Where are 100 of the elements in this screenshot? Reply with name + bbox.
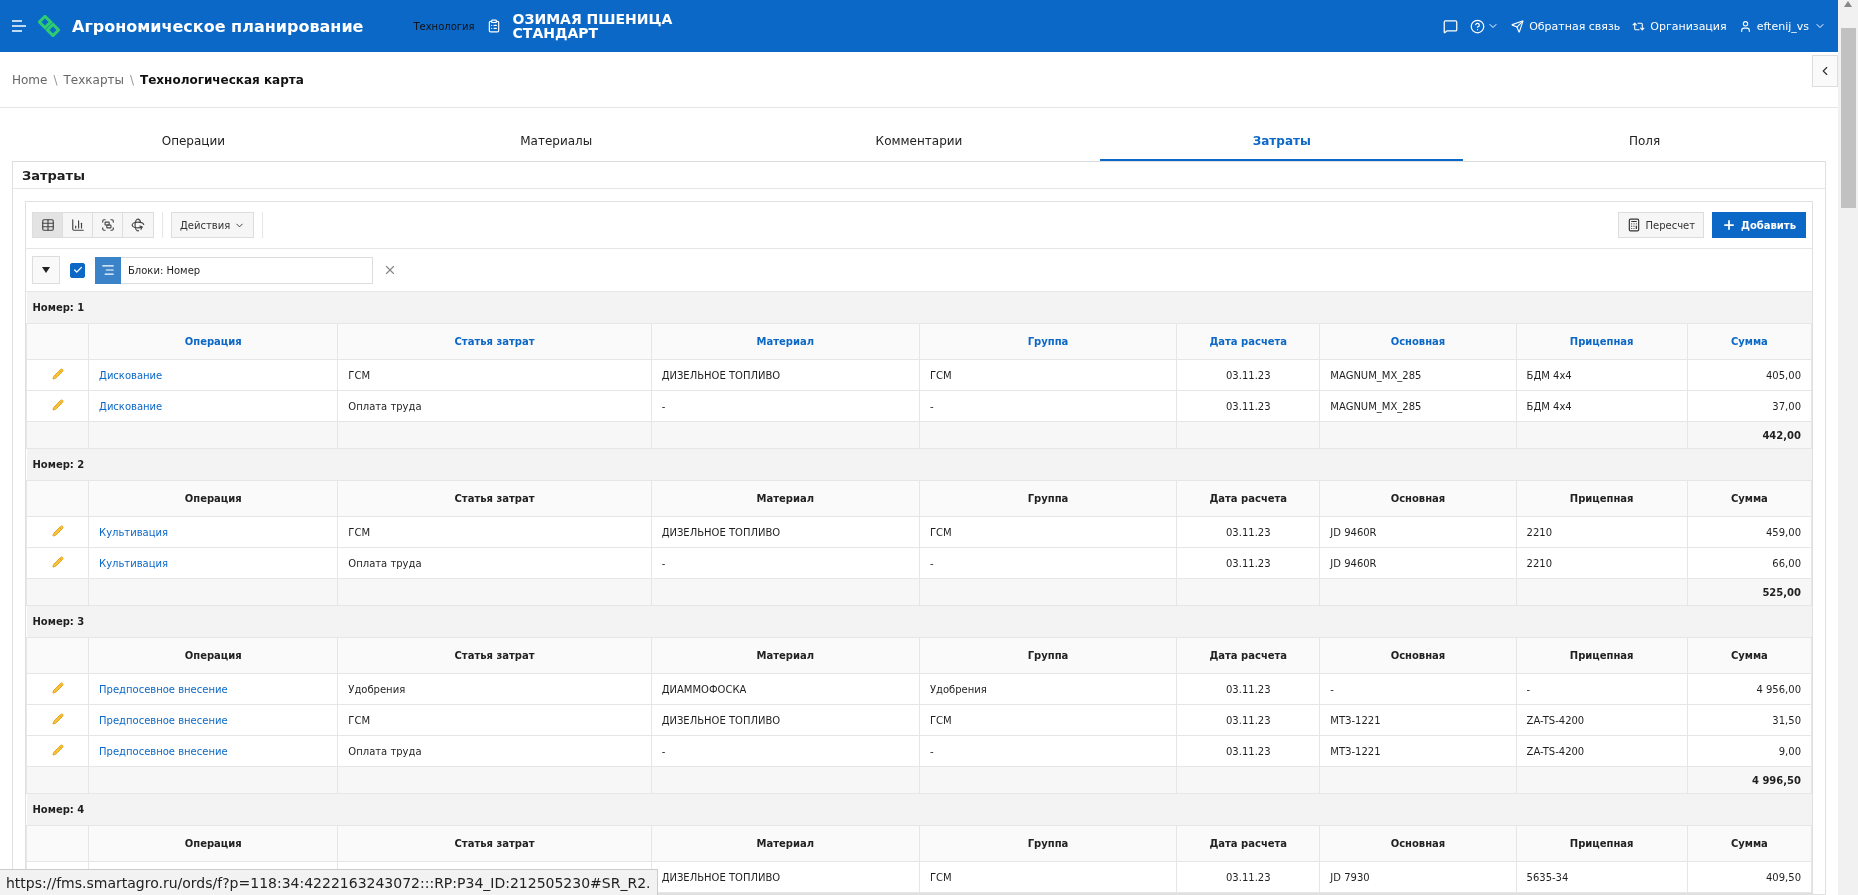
column-header: Дата расчета [1176, 825, 1320, 862]
column-header[interactable]: Материал [651, 323, 920, 360]
table-cell: 409,50 [1687, 861, 1812, 893]
breadcrumb-item[interactable]: Техкарты [63, 72, 124, 87]
table-cell: Оплата труда [337, 735, 652, 767]
operation-link[interactable]: Дискование [99, 400, 163, 412]
column-header: Статья затрат [337, 825, 652, 862]
collapse-button[interactable] [1812, 55, 1838, 87]
filter-checkbox[interactable] [70, 262, 85, 278]
tab[interactable]: Затраты [1100, 123, 1464, 161]
table-cell: 03.11.23 [1176, 390, 1320, 422]
table-cell: 66,00 [1687, 547, 1812, 579]
recalc-button[interactable]: Пересчет [1618, 212, 1705, 238]
table-cell: Оплата труда [337, 547, 652, 579]
operation-link[interactable]: Дискование [99, 369, 163, 381]
pencil-icon[interactable] [51, 399, 64, 411]
breadcrumb-item[interactable]: Технологическая карта [140, 72, 304, 87]
user-menu[interactable]: eftenij_vs [1738, 19, 1826, 33]
operation-link[interactable]: Предпосевное внесение [99, 745, 228, 757]
pencil-icon[interactable] [51, 525, 64, 537]
breadcrumb-item[interactable]: Home [12, 72, 48, 87]
breadcrumb-separator: \ [130, 72, 135, 87]
group-heading: Номер: 2 [26, 448, 1812, 481]
table-cell: 31,50 [1687, 704, 1812, 736]
menu-icon[interactable] [12, 20, 26, 32]
scrollbar-thumb[interactable] [1840, 28, 1856, 208]
view-button[interactable] [123, 213, 153, 237]
column-header: Дата расчета [1176, 480, 1320, 517]
pencil-icon[interactable] [51, 713, 64, 725]
bar-chart-icon [70, 218, 85, 232]
pencil-icon[interactable] [51, 744, 64, 756]
add-button[interactable]: Добавить [1712, 212, 1806, 238]
edit-cell[interactable] [26, 547, 89, 579]
table-cell: 03.11.23 [1176, 359, 1320, 391]
table-cell: 9,00 [1687, 735, 1812, 767]
remove-filter-icon[interactable] [383, 263, 397, 277]
edit-cell[interactable] [26, 390, 89, 422]
edit-cell[interactable] [26, 735, 89, 767]
pencil-icon[interactable] [51, 556, 64, 568]
table-cell: МТЗ-1221 [1319, 735, 1517, 767]
app-title[interactable]: Агрономическое планирование [72, 16, 364, 36]
edit-cell[interactable] [26, 516, 89, 548]
help-menu-button[interactable] [1470, 18, 1500, 34]
table-cell: БДМ 4х4 [1516, 359, 1688, 391]
column-header[interactable]: Основная [1319, 323, 1517, 360]
group-icon [100, 218, 115, 232]
expand-button[interactable] [32, 256, 60, 284]
table-cell: 2210 [1516, 516, 1688, 548]
column-header[interactable]: Статья затрат [337, 323, 652, 360]
group-heading: Номер: 4 [26, 793, 1812, 826]
operation-link[interactable]: Культивация [99, 557, 169, 569]
actions-button[interactable]: Действия [171, 212, 255, 238]
table-cell: ГСМ [919, 704, 1177, 736]
column-header[interactable]: Дата расчета [1176, 323, 1320, 360]
table-cell: - [651, 390, 920, 422]
edit-cell[interactable] [26, 359, 89, 391]
scroll-up-icon[interactable] [1843, 0, 1853, 8]
column-header: Статья затрат [337, 480, 652, 517]
table-cell: - [651, 735, 920, 767]
feedback-link[interactable]: Обратная связь [1511, 19, 1621, 33]
column-header: Операция [88, 480, 338, 517]
filter-field[interactable]: Блоки: Номер [95, 256, 373, 284]
column-header: Основная [1319, 480, 1517, 517]
tab[interactable]: Поля [1463, 123, 1826, 161]
operation-link[interactable]: Предпосевное внесение [99, 683, 228, 695]
table-cell: ДИАММОФОСКА [651, 673, 920, 705]
tab[interactable]: Комментарии [737, 123, 1101, 161]
operation-link[interactable]: Культивация [99, 526, 169, 538]
view-button[interactable] [33, 213, 63, 237]
table-cell: 405,00 [1687, 359, 1812, 391]
table-cell: ГСМ [919, 516, 1177, 548]
plus-icon [1722, 218, 1737, 232]
help-icon [1470, 18, 1486, 34]
tab[interactable]: Операции [12, 123, 375, 161]
table-cell: - [919, 735, 1177, 767]
operation-link[interactable]: Предпосевное внесение [99, 714, 228, 726]
edit-cell[interactable] [26, 704, 89, 736]
table-cell: ГСМ [337, 359, 652, 391]
tab[interactable]: Материалы [374, 123, 738, 161]
column-header[interactable]: Сумма [1687, 323, 1812, 360]
table-cell: 4 956,00 [1687, 673, 1812, 705]
column-header[interactable]: Группа [919, 323, 1177, 360]
column-header[interactable]: Прицепная [1516, 323, 1688, 360]
table-cell: - [919, 547, 1177, 579]
column-header[interactable]: Операция [88, 323, 338, 360]
table-cell: ГСМ [919, 359, 1177, 391]
column-header: Группа [919, 637, 1177, 674]
chat-icon[interactable] [1443, 18, 1459, 34]
table-cell: - [1516, 673, 1688, 705]
organization-link[interactable]: Организация [1632, 19, 1727, 33]
table-cell: 5635-34 [1516, 861, 1688, 893]
column-header: Материал [651, 825, 920, 862]
edit-cell[interactable] [26, 673, 89, 705]
pencil-icon[interactable] [51, 682, 64, 694]
pencil-icon[interactable] [51, 368, 64, 380]
column-header: Основная [1319, 637, 1517, 674]
table-cell: ДИЗЕЛЬНОЕ ТОПЛИВО [651, 359, 920, 391]
view-button[interactable] [93, 213, 123, 237]
region-title: Затраты [13, 162, 1825, 189]
view-button[interactable] [63, 213, 93, 237]
